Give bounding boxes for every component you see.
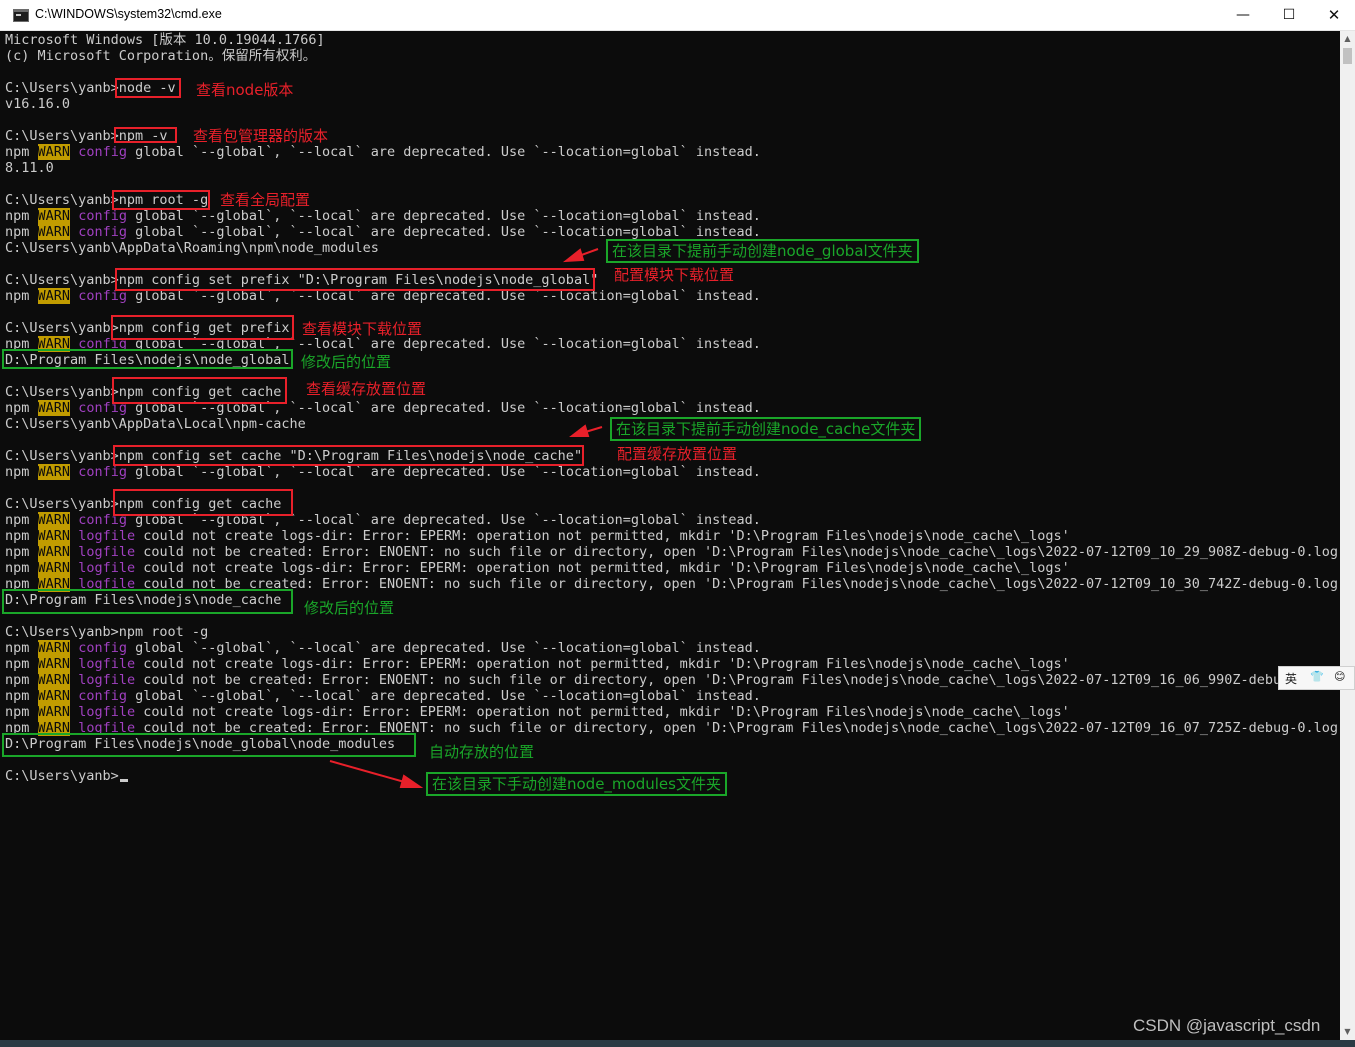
arrow-head: [399, 774, 424, 788]
arrow-to-modules-note: [329, 760, 409, 784]
csdn-watermark: CSDN @javascript_csdn: [1133, 1016, 1321, 1035]
scroll-down-arrow-icon[interactable]: ▼: [1340, 1024, 1355, 1040]
ime-emoji-icon[interactable]: 😊: [1334, 670, 1345, 683]
title-bar: C:\WINDOWS\system32\cmd.exe — ☐ ✕: [0, 0, 1355, 31]
minimize-button[interactable]: —: [1220, 0, 1266, 31]
maximize-button[interactable]: ☐: [1266, 0, 1312, 31]
window-title: C:\WINDOWS\system32\cmd.exe: [35, 7, 222, 21]
annotation-arrows: [329, 248, 603, 788]
cmd-app-icon: [13, 9, 29, 22]
ime-language-toggle[interactable]: 英: [1285, 670, 1297, 687]
scroll-up-arrow-icon[interactable]: ▲: [1340, 31, 1355, 47]
console-output[interactable]: Microsoft Windows [版本 10.0.19044.1766] (…: [0, 31, 1340, 1040]
ime-toolbar[interactable]: 英 👕 😊: [1278, 666, 1355, 690]
arrow-head: [569, 424, 590, 437]
vertical-scrollbar[interactable]: ▲ ▼: [1340, 31, 1355, 1040]
arrow-head: [562, 248, 585, 263]
scrollbar-thumb[interactable]: [1343, 48, 1352, 64]
taskbar-edge: [0, 1040, 1355, 1047]
close-button[interactable]: ✕: [1311, 0, 1355, 31]
ime-skin-icon[interactable]: 👕: [1310, 670, 1324, 683]
